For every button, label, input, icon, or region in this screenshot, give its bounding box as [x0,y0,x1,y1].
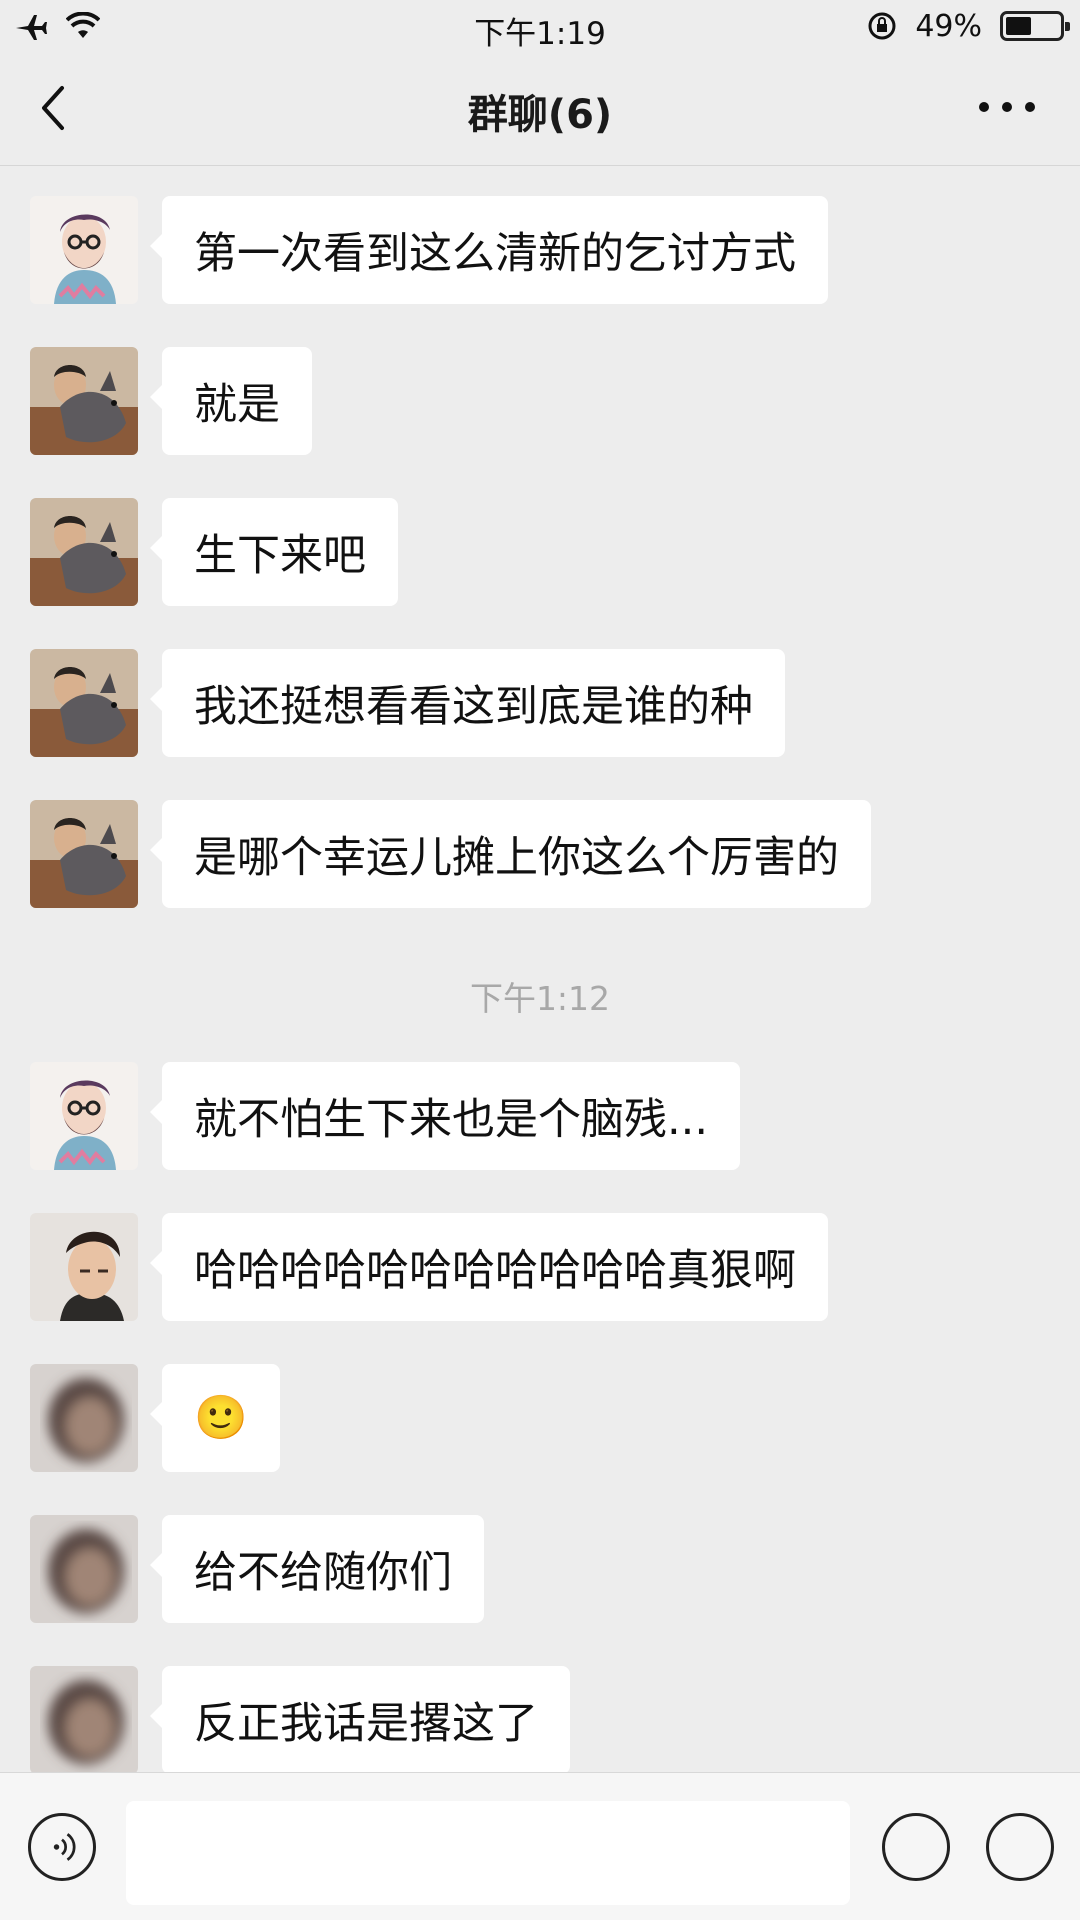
message-bubble[interactable]: 就不怕生下来也是个脑残... [149,1062,741,1170]
emoji-button-icon[interactable] [882,1813,950,1881]
message-row: 就不怕生下来也是个脑残... [0,1032,1080,1170]
avatar-blurred-icon[interactable] [30,1364,138,1472]
message-bubble[interactable]: 第一次看到这么清新的乞讨方式 [150,196,828,304]
message-row: 🙂 [0,1334,1080,1472]
avatar-blurred-icon[interactable] [30,1666,138,1772]
message-text-input[interactable] [126,1801,850,1905]
avatar-cartoon-man-icon[interactable] [30,1062,138,1170]
message-bubble-emoji[interactable]: 🙂 [150,1364,280,1472]
battery-level [1006,17,1032,35]
chat-input-bar [0,1772,1080,1920]
message-bubble[interactable]: 哈哈哈哈哈哈哈哈哈哈哈真狠啊 [150,1213,828,1321]
more-options-icon[interactable] [974,92,1040,122]
nav-bar: 群聊(6) [0,52,1080,166]
avatar-young-man-icon[interactable] [30,1213,138,1321]
avatar-cartoon-man-icon[interactable] [30,196,138,304]
avatar-blurred-icon[interactable] [30,1515,138,1623]
more-actions-button-icon[interactable] [986,1813,1054,1881]
message-bubble[interactable]: 给不给随你们 [150,1515,484,1623]
status-time: 下午1:19 [474,16,606,52]
voice-input-icon[interactable] [28,1813,96,1881]
avatar-man-with-dog-icon[interactable] [30,800,138,908]
avatar-man-with-dog-icon[interactable] [30,347,138,455]
message-row: 哈哈哈哈哈哈哈哈哈哈哈真狠啊 [0,1183,1080,1321]
chat-title: 群聊(6) [467,92,613,138]
message-bubble[interactable]: 生下来吧 [150,498,398,606]
message-row: 就是 [0,317,1080,455]
avatar-man-with-dog-icon[interactable] [30,498,138,606]
message-row: 是哪个幸运儿摊上你这么个厉害的 [0,770,1080,908]
message-bubble[interactable]: 就是 [150,347,312,455]
timestamp-divider: 下午1:12 [469,979,611,1018]
status-bar: 下午1:19 49% [0,0,1080,52]
battery-icon [1000,11,1070,41]
chat-message-list[interactable]: 第一次看到这么清新的乞讨方式 就是 生下来吧 我还挺想看看这到底是谁的种 是哪个… [0,166,1080,1772]
avatar-man-with-dog-icon[interactable] [30,649,138,757]
message-bubble[interactable]: 我还挺想看看这到底是谁的种 [150,649,785,757]
message-row: 反正我话是撂这了 [0,1636,1080,1772]
message-row: 给不给随你们 [0,1485,1080,1623]
message-row: 生下来吧 [0,468,1080,606]
message-bubble[interactable]: 是哪个幸运儿摊上你这么个厉害的 [150,800,871,908]
message-bubble[interactable]: 反正我话是撂这了 [150,1666,570,1772]
message-row: 第一次看到这么清新的乞讨方式 [0,166,1080,304]
message-row: 我还挺想看看这到底是谁的种 [0,619,1080,757]
smiley-emoji-icon: 🙂 [194,1393,248,1443]
